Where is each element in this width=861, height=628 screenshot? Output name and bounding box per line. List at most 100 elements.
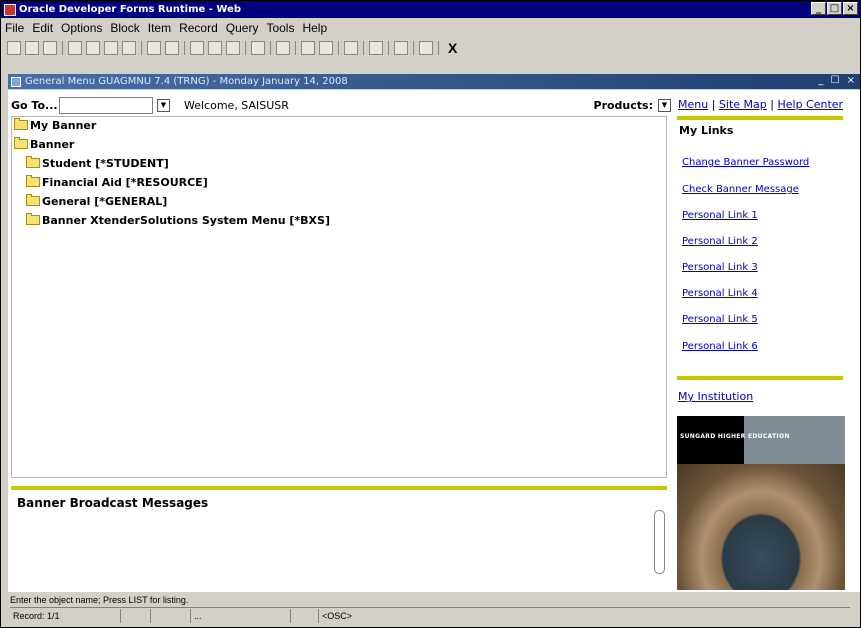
rollback-icon[interactable] xyxy=(25,41,39,55)
toolbar-separator xyxy=(141,41,142,55)
toolbar-separator xyxy=(62,41,63,55)
nav-separator: | xyxy=(770,98,774,111)
folder-icon xyxy=(26,213,40,225)
goto-input[interactable] xyxy=(59,96,153,114)
broadcast-scrollbar[interactable] xyxy=(654,510,665,574)
options-icon[interactable] xyxy=(276,41,290,55)
link-change-password[interactable]: Change Banner Password xyxy=(682,157,809,168)
menu-query[interactable]: Query xyxy=(222,21,263,35)
help-center-link[interactable]: Help Center xyxy=(777,98,843,111)
status-cell xyxy=(120,609,150,623)
remove-record-icon[interactable] xyxy=(208,41,222,55)
status-line: Record: 1/1 ... <OSC> xyxy=(10,609,850,623)
link-personal-3[interactable]: Personal Link 3 xyxy=(682,262,758,273)
tree-item-label: My Banner xyxy=(30,118,97,132)
next-block-icon[interactable] xyxy=(122,41,136,55)
welcome-text: Welcome, SAISUSR xyxy=(184,98,289,112)
menu-item[interactable]: Item xyxy=(144,21,175,35)
menu-record[interactable]: Record xyxy=(175,21,222,35)
toolbar-separator xyxy=(295,41,296,55)
next-record-icon[interactable] xyxy=(104,41,118,55)
form-icon xyxy=(11,76,21,87)
menu-block[interactable]: Block xyxy=(106,21,143,35)
products-control: Products: ▼ xyxy=(594,94,671,116)
toolbar-separator xyxy=(413,41,414,55)
links-icon[interactable] xyxy=(319,41,333,55)
status-cell xyxy=(150,609,190,623)
link-personal-4[interactable]: Personal Link 4 xyxy=(682,288,758,299)
tree-item-my-banner[interactable]: My Banner xyxy=(14,117,96,133)
link-personal-2[interactable]: Personal Link 2 xyxy=(682,236,758,247)
oracle-app-icon xyxy=(4,3,16,16)
menu-edit[interactable]: Edit xyxy=(28,21,57,35)
exit-button[interactable]: X xyxy=(448,40,457,56)
tree-item-label: Student [*STUDENT] xyxy=(42,156,169,170)
previous-block-icon[interactable] xyxy=(68,41,82,55)
arch-photo xyxy=(677,464,845,590)
search-icon[interactable] xyxy=(251,41,265,55)
maximize-button[interactable]: □ xyxy=(827,2,842,15)
help-icon[interactable] xyxy=(419,41,433,55)
toolbar-separator xyxy=(338,41,339,55)
menu-link[interactable]: Menu xyxy=(678,98,708,111)
products-label: Products: xyxy=(593,98,653,112)
tree-item-bxs[interactable]: Banner XtenderSolutions System Menu [*BX… xyxy=(26,212,330,228)
enter-query-icon[interactable] xyxy=(147,41,161,55)
toolbar-separator xyxy=(438,41,439,55)
print-icon[interactable] xyxy=(43,41,57,55)
record-count: Record: 1/1 xyxy=(13,611,60,621)
tree-item-banner[interactable]: Banner xyxy=(14,136,74,152)
previous-record-icon[interactable] xyxy=(86,41,100,55)
execute-query-icon[interactable] xyxy=(165,41,179,55)
app-window: Oracle Developer Forms Runtime - Web _ □… xyxy=(0,0,861,628)
tree-item-student[interactable]: Student [*STUDENT] xyxy=(26,155,169,171)
form-titlebar: General Menu GUAGMNU 7.4 (TRNG) - Monday… xyxy=(8,74,860,89)
promo-header xyxy=(677,416,845,464)
tree-item-general[interactable]: General [*GENERAL] xyxy=(26,193,167,209)
tree-item-label: Financial Aid [*RESOURCE] xyxy=(42,175,208,189)
broadcast-title: Banner Broadcast Messages xyxy=(17,496,209,510)
my-institution-link[interactable]: My Institution xyxy=(678,390,753,403)
status-osc: <OSC> xyxy=(318,609,378,623)
link-personal-5[interactable]: Personal Link 5 xyxy=(682,314,758,325)
menu-bar: File Edit Options Block Item Record Quer… xyxy=(1,19,860,37)
nav-separator: | xyxy=(711,98,716,111)
menu-tools[interactable]: Tools xyxy=(262,21,298,35)
my-links-title: My Links xyxy=(679,124,734,137)
window-titlebar: Oracle Developer Forms Runtime - Web _ □… xyxy=(1,1,860,18)
form-canvas: Go To... ▼ Welcome, SAISUSR Products: ▼ … xyxy=(8,90,860,592)
insert-record-icon[interactable] xyxy=(190,41,204,55)
sungard-banner-image: SUNGARD HIGHER EDUCATION xyxy=(677,416,845,590)
status-cell xyxy=(290,609,318,623)
link-check-message[interactable]: Check Banner Message xyxy=(682,184,799,195)
link-personal-1[interactable]: Personal Link 1 xyxy=(682,210,758,221)
back-icon[interactable] xyxy=(344,41,358,55)
clear-record-icon[interactable] xyxy=(226,41,240,55)
site-map-link[interactable]: Site Map xyxy=(719,98,767,111)
menu-help[interactable]: Help xyxy=(298,21,331,35)
link-personal-6[interactable]: Personal Link 6 xyxy=(682,341,758,352)
close-button[interactable]: × xyxy=(843,2,858,15)
sidebar-divider xyxy=(677,116,843,120)
folder-open-icon xyxy=(14,137,28,149)
gear-icon[interactable] xyxy=(369,41,383,55)
save-icon[interactable] xyxy=(7,41,21,55)
status-bar: Enter the object name; Press LIST for li… xyxy=(8,592,860,627)
document-icon[interactable] xyxy=(394,41,408,55)
products-dropdown-button[interactable]: ▼ xyxy=(658,98,671,112)
menu-file[interactable]: File xyxy=(1,21,28,35)
menu-options[interactable]: Options xyxy=(57,21,106,35)
goto-row: Go To... ▼ Welcome, SAISUSR Products: ▼ xyxy=(11,94,671,116)
promo-text: SUNGARD HIGHER EDUCATION xyxy=(677,433,790,440)
minimize-button[interactable]: _ xyxy=(811,2,826,15)
tree-item-financial-aid[interactable]: Financial Aid [*RESOURCE] xyxy=(26,174,208,190)
promo-tagline: HIGHER EDUCATION xyxy=(717,433,790,440)
folder-icon xyxy=(26,194,40,206)
tree-item-label: Banner xyxy=(30,137,75,151)
goto-label: Go To... xyxy=(11,98,58,112)
promo-brand: SUNGARD xyxy=(680,433,716,440)
goto-dropdown-button[interactable]: ▼ xyxy=(157,98,170,112)
attachments-icon[interactable] xyxy=(301,41,315,55)
form-window-controls[interactable]: _ ☐ × xyxy=(818,75,857,86)
toolbar-separator xyxy=(245,41,246,55)
